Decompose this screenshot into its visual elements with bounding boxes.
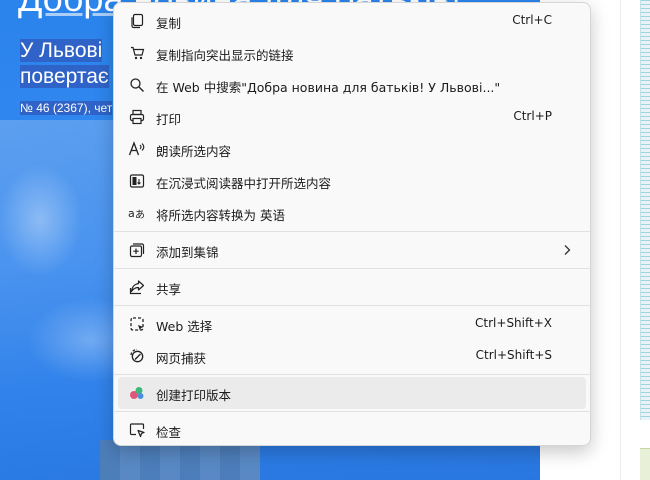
context-menu: 复制 Ctrl+C 复制指向突出显示的链接 在 Web 中搜索"Добра но… — [113, 2, 591, 446]
menu-item-read-aloud[interactable]: 朗读所选内容 — [118, 133, 586, 165]
menu-item-label: 朗读所选内容 — [156, 144, 232, 159]
copy-link-icon — [128, 44, 146, 62]
menu-item-label: 添加到集锦 — [156, 245, 219, 260]
menu-item-web-select[interactable]: Web 选择 Ctrl+Shift+X — [118, 308, 586, 340]
menu-item-search-web[interactable]: 在 Web 中搜索"Добра новина для батьків! У Ль… — [118, 69, 586, 101]
svg-text:a: a — [128, 207, 135, 220]
menu-separator — [114, 374, 590, 375]
menu-item-inspect[interactable]: 检查 — [118, 414, 586, 446]
web-capture-icon — [128, 347, 146, 365]
share-icon — [128, 278, 146, 296]
article-subheadline[interactable]: У Львові повертає — [20, 38, 120, 90]
collections-icon — [128, 241, 146, 259]
print-icon — [128, 108, 146, 126]
menu-item-shortcut: Ctrl+Shift+X — [475, 316, 552, 330]
svg-text:あ: あ — [135, 209, 145, 221]
menu-item-share[interactable]: 共享 — [118, 271, 586, 303]
menu-item-shortcut: Ctrl+C — [512, 13, 552, 27]
menu-item-label: 复制 — [156, 16, 182, 31]
menu-separator — [114, 231, 590, 232]
menu-item-label: 在沉浸式阅读器中打开所选内容 — [156, 176, 332, 191]
search-icon — [128, 76, 146, 94]
menu-item-shortcut: Ctrl+Shift+S — [475, 348, 552, 362]
menu-item-copy-link-to-highlight[interactable]: 复制指向突出显示的链接 — [118, 37, 586, 69]
menu-item-label: Web 选择 — [156, 319, 213, 334]
article-meta: № 46 (2367), чет — [20, 101, 113, 115]
column-divider — [620, 0, 621, 480]
sidebar-ad-strip — [640, 0, 650, 420]
menu-item-web-capture[interactable]: 网页捕获 Ctrl+Shift+S — [118, 340, 586, 372]
copy-icon — [128, 12, 146, 30]
menu-item-add-to-collections[interactable]: 添加到集锦 — [118, 234, 586, 266]
sidebar-ad-strip-bottom — [640, 448, 650, 480]
menu-item-translate[interactable]: aあ 将所选内容转换为 英语 — [118, 197, 586, 229]
read-aloud-icon — [128, 140, 146, 158]
menu-separator — [114, 411, 590, 412]
menu-separator — [114, 268, 590, 269]
menu-item-label: 共享 — [156, 282, 182, 297]
article-subheadline-line1[interactable]: У Львові — [20, 39, 103, 62]
menu-item-copy[interactable]: 复制 Ctrl+C — [118, 5, 586, 37]
menu-item-label: 创建打印版本 — [156, 388, 232, 403]
menu-item-immersive-reader[interactable]: 在沉浸式阅读器中打开所选内容 — [118, 165, 586, 197]
immersive-reader-icon — [128, 172, 146, 190]
menu-item-shortcut: Ctrl+P — [513, 109, 552, 123]
menu-item-label: 复制指向突出显示的链接 — [156, 48, 294, 63]
translate-icon: aあ — [128, 204, 146, 222]
inspect-icon — [128, 421, 146, 439]
hero-photo-detail — [100, 440, 260, 480]
chevron-right-icon — [560, 242, 574, 258]
menu-item-label: 网页捕获 — [156, 351, 207, 366]
menu-item-print[interactable]: 打印 Ctrl+P — [118, 101, 586, 133]
menu-item-label: 打印 — [156, 112, 182, 127]
article-subheadline-line2[interactable]: повертає — [20, 65, 109, 88]
web-select-icon — [128, 315, 146, 333]
menu-item-create-print-version[interactable]: 创建打印版本 — [118, 377, 586, 409]
menu-item-label: 在 Web 中搜索"Добра новина для батьків! У Ль… — [156, 80, 501, 95]
print-friendly-icon — [128, 384, 146, 402]
menu-item-label: 检查 — [156, 425, 182, 440]
menu-item-label: 将所选内容转换为 英语 — [156, 208, 285, 223]
menu-separator — [114, 305, 590, 306]
